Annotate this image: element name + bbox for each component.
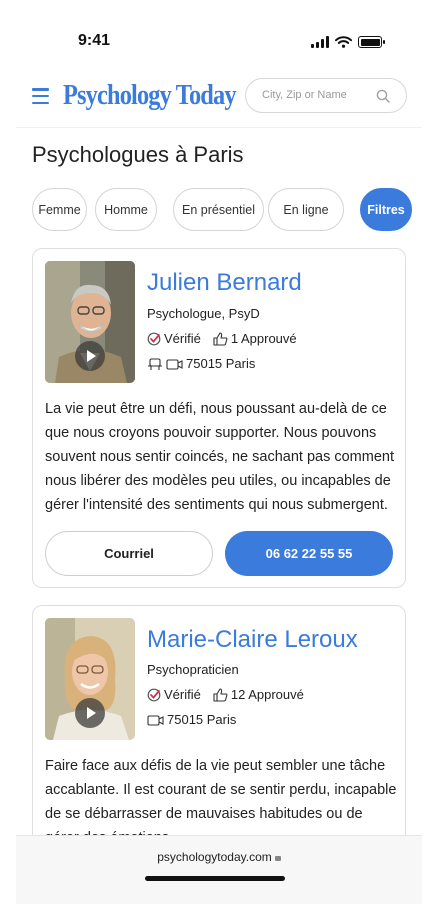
approvals-count: 1 Approuvé [230,331,297,346]
approvals-count: 12 Approuvé [230,687,304,702]
thumbs-up-icon [213,687,228,702]
status-bar: 9:41 [16,0,422,72]
status-icons [311,36,385,48]
verified-label: Vérifié [164,687,201,702]
therapist-description: La vie peut être un défi, nous poussant … [45,401,394,513]
location-row: 75015 Paris [147,712,236,727]
verified-check-icon [147,332,161,346]
play-video-icon[interactable] [75,341,105,371]
thumbs-up-icon [213,331,228,346]
lock-icon [274,856,281,861]
hamburger-menu-icon[interactable] [32,88,49,104]
wifi-icon [335,36,352,48]
filters-button[interactable]: Filtres [360,188,412,231]
filter-chip-en-presentiel[interactable]: En présentiel [173,188,264,231]
therapist-title: Psychopraticien [147,662,239,677]
profile-photo[interactable] [45,618,135,740]
home-indicator[interactable] [145,876,285,881]
in-person-icon [147,357,163,371]
status-time: 9:41 [78,32,111,49]
page-title: Psychologues à Paris [32,142,244,167]
location-row: 75015 Paris [147,356,255,371]
profile-photo[interactable] [45,261,135,383]
psychology-today-logo[interactable]: Psychology Today [63,79,237,112]
email-button[interactable]: Courriel [45,531,213,576]
verified-check-icon [147,688,161,702]
filter-chip-homme[interactable]: Homme [95,188,157,231]
location-text: 75015 Paris [167,712,237,727]
profile-card[interactable]: Julien Bernard Psychologue, PsyD Vérifié… [32,248,406,588]
battery-icon [358,36,385,48]
search-input[interactable]: City, Zip or Name [245,78,407,113]
location-text: 75015 Paris [186,356,256,371]
play-video-icon[interactable] [75,698,105,728]
video-call-icon [166,357,183,371]
video-call-icon [147,713,164,727]
call-button[interactable]: 06 62 22 55 55 [225,531,393,576]
verified-label: Vérifié [164,331,201,346]
top-header: Psychology Today City, Zip or Name [16,72,422,128]
filter-chip-en-ligne[interactable]: En ligne [268,188,344,231]
filter-chip-femme[interactable]: Femme [32,188,87,231]
url-display[interactable]: psychologytoday.com [16,850,422,864]
therapist-name[interactable]: Marie-Claire Leroux [147,626,358,654]
therapist-title: Psychologue, PsyD [147,306,260,321]
url-text: psychologytoday.com [157,850,272,864]
search-icon[interactable] [376,89,390,103]
phone-screen: 9:41 Psychology Today City, Zip or Name … [16,0,422,904]
signal-icon [311,36,329,48]
search-placeholder: City, Zip or Name [262,89,347,101]
therapist-name[interactable]: Julien Bernard [147,269,302,297]
browser-address-bar[interactable]: psychologytoday.com [16,835,422,904]
badges-row: Vérifié 12 Approuvé [147,687,304,702]
badges-row: Vérifié 1 Approuvé [147,331,297,346]
